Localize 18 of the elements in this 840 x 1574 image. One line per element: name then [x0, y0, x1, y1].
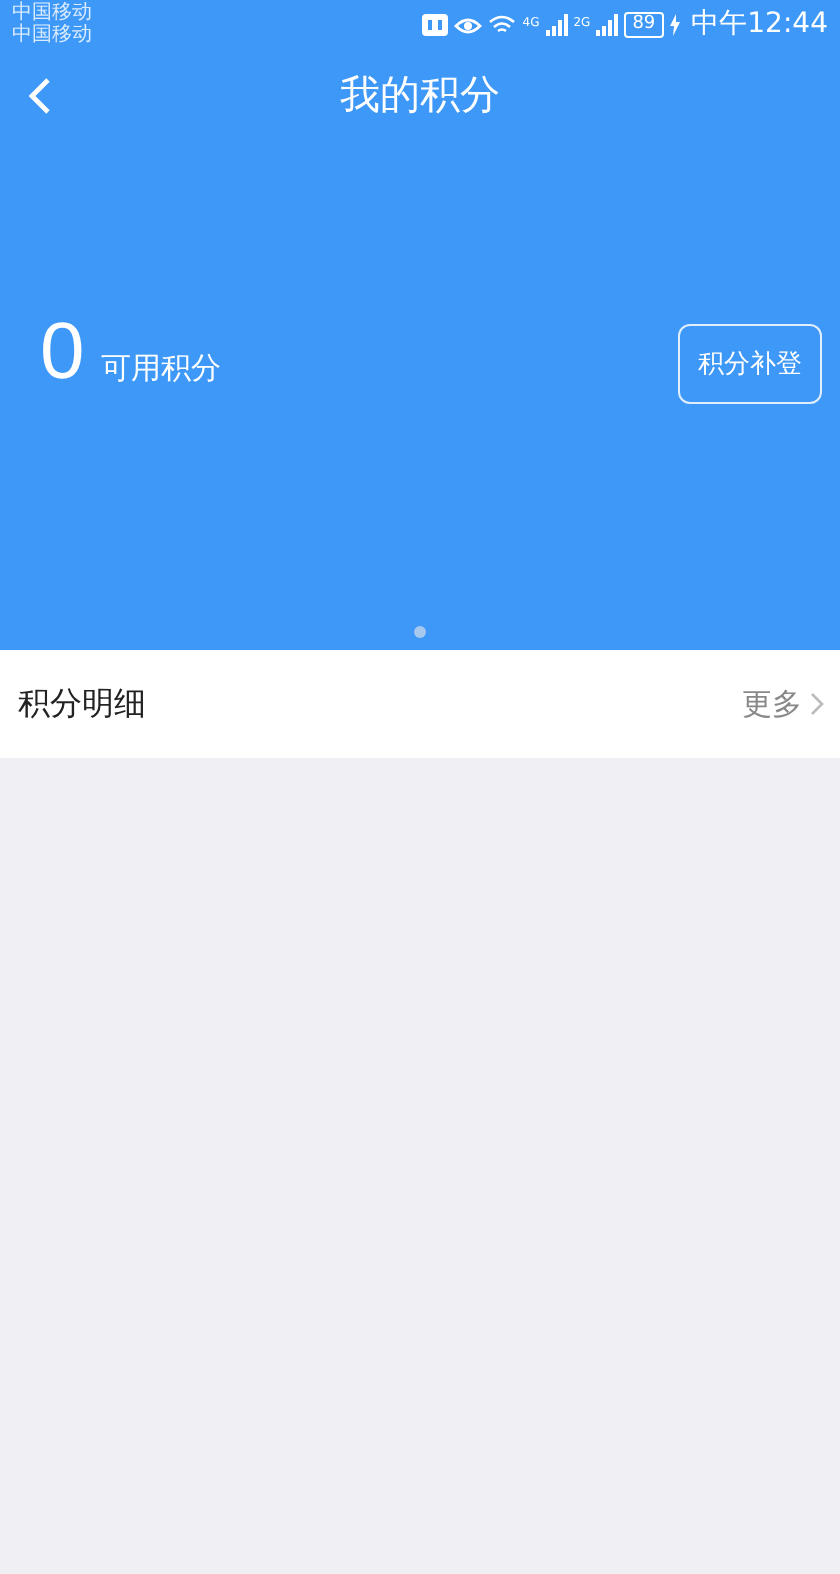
more-link[interactable]: 更多 — [742, 685, 802, 723]
eye-icon — [454, 13, 483, 35]
points-label: 可用积分 — [100, 349, 221, 387]
signal-icon — [545, 13, 568, 35]
carrier-name: 中国移动 — [12, 24, 92, 46]
points-makeup-button[interactable]: 积分补登 — [678, 324, 822, 404]
points-value: 0 — [40, 307, 85, 397]
points-detail-row[interactable]: 积分明细 更多 — [0, 650, 840, 758]
row-label: 积分明细 — [18, 683, 146, 725]
clock-time: 中午12:44 — [691, 6, 828, 42]
signal-icon — [596, 13, 619, 35]
page-title: 我的积分 — [340, 67, 500, 121]
chevron-right-icon — [810, 692, 824, 716]
back-icon — [28, 76, 52, 116]
charging-icon — [669, 13, 680, 35]
battery-level: 89 — [624, 11, 664, 37]
wifi-icon — [488, 13, 517, 35]
carrier-name: 中国移动 — [12, 2, 92, 24]
